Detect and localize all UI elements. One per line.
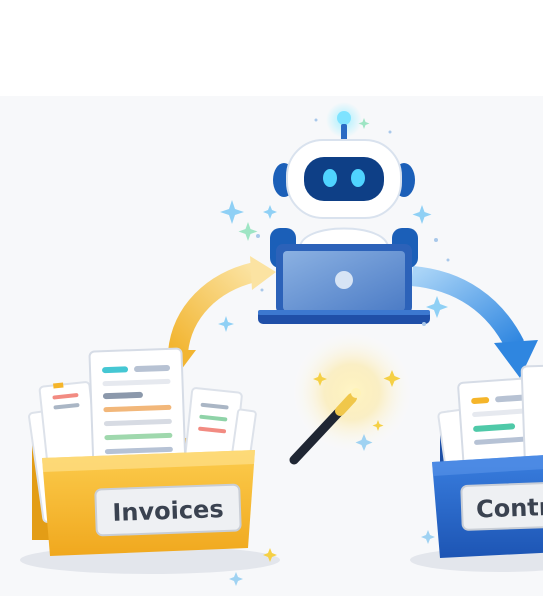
contracts-label: Contr [476, 493, 543, 524]
automation-illustration: Invoices Contr [0, 0, 543, 596]
top-band [0, 0, 543, 96]
laptop-icon [258, 244, 430, 324]
invoices-label: Invoices [112, 495, 224, 527]
